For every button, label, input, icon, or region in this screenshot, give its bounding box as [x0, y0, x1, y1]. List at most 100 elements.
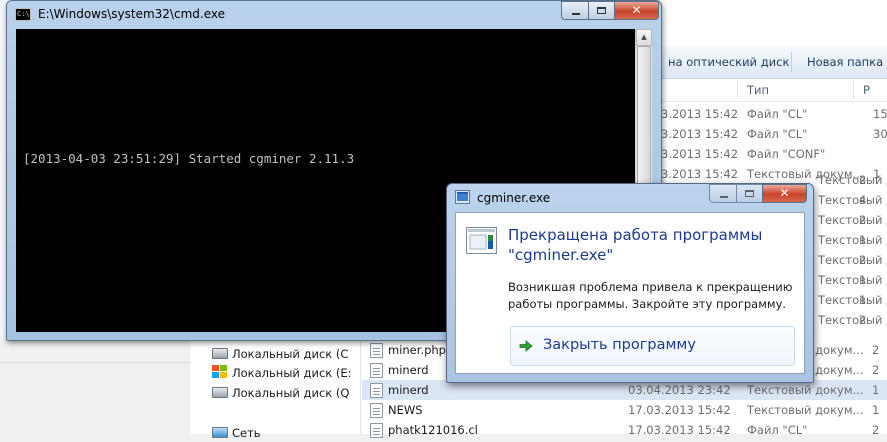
windows-drive-icon	[212, 365, 228, 380]
file-size: 2	[872, 343, 880, 357]
text-file-icon	[370, 363, 383, 378]
file-type: Текстовый докум...	[818, 233, 887, 247]
column-size-header[interactable]: Р	[863, 83, 870, 97]
minimize-icon	[720, 196, 728, 198]
drive-icon	[212, 348, 228, 359]
file-type: Файл "CL"	[747, 423, 808, 437]
file-row[interactable]: Текстовый докум...2	[814, 250, 887, 270]
file-size: 2	[859, 253, 867, 267]
nav-item-label: Сеть	[232, 426, 261, 440]
file-name: minerd	[388, 383, 429, 397]
close-icon: ✕	[631, 3, 642, 17]
file-date: 3.2013 15:42	[661, 127, 739, 141]
dialog-message: Возникшая проблема привела к прекращению…	[508, 280, 793, 311]
maximize-button	[736, 184, 762, 203]
column-separator	[737, 81, 738, 99]
close-button[interactable]: ✕	[762, 184, 807, 203]
panel-divider	[0, 362, 190, 363]
burn-disc-button[interactable]: на оптический диск	[668, 55, 789, 69]
explorer-toolbar: на оптический диск Новая папка	[655, 46, 887, 79]
file-row[interactable]: Текстовый докум...2	[814, 310, 887, 330]
file-type: Текстовый докум...	[818, 213, 887, 227]
file-type: Текстовый докум...	[818, 313, 887, 327]
cmd-window-title: E:\Windows\system32\cmd.exe	[38, 7, 225, 21]
file-row[interactable]: Текстовый докум...1	[814, 290, 887, 310]
file-size: 4	[859, 193, 867, 207]
minimize-button[interactable]	[561, 1, 588, 20]
close-program-label: Закрыть программу	[543, 337, 696, 353]
file-row[interactable]: Текстовый докум...2	[814, 170, 887, 190]
file-size: 1	[859, 293, 867, 307]
nav-item-label: Локальный диск (E:	[232, 366, 352, 380]
file-date: 17.03.2013 15:42	[628, 423, 731, 437]
app-icon	[455, 190, 470, 204]
column-type-header[interactable]: Тип	[747, 83, 769, 97]
close-icon: ✕	[779, 186, 790, 200]
file-size: 2	[872, 423, 880, 437]
column-separator	[853, 81, 854, 99]
file-size: 1	[859, 233, 867, 247]
new-folder-button[interactable]: Новая папка	[807, 55, 883, 69]
file-date: 3.2013 15:42	[661, 107, 739, 121]
file-name: phatk121016.cl	[388, 423, 478, 437]
console-output-line: [2013-04-03 23:51:29] Started cgminer 2.…	[23, 151, 355, 166]
file-type: Файл "CL"	[747, 107, 808, 121]
file-row[interactable]: Текстовый докум...1	[814, 230, 887, 250]
dialog-caption-buttons: ✕	[709, 184, 807, 203]
nav-item-label: Локальный диск (Q	[232, 386, 350, 400]
file-row[interactable]: 3.2013 15:42 Файл "CONF"	[655, 144, 887, 164]
file-size: 2	[859, 313, 867, 327]
scroll-up-icon[interactable]: ▲	[636, 29, 652, 46]
lower-left-panel	[0, 340, 190, 434]
file-row[interactable]: Текстовый докум...4	[814, 190, 887, 210]
green-arrow-icon	[519, 340, 533, 352]
file-row[interactable]: minerd 03.04.2013 23:42 Текстовый докум...…	[362, 380, 887, 400]
close-button[interactable]: ✕	[614, 1, 659, 20]
error-dialog: cgminer.exe ✕ Прекращена работа программ…	[446, 183, 814, 383]
drive-icon	[212, 387, 228, 398]
maximize-icon	[597, 7, 606, 14]
maximize-icon	[745, 190, 754, 197]
file-size: 1	[872, 383, 880, 397]
file-size: 30	[873, 127, 887, 141]
file-type: Файл "CONF"	[747, 147, 826, 161]
dialog-title: cgminer.exe	[477, 191, 551, 205]
column-header: Тип Р	[655, 79, 887, 102]
dialog-body: Прекращена работа программы "cgminer.exe…	[455, 212, 805, 374]
file-row[interactable]: Текстовый докум...1	[814, 270, 887, 290]
text-file-icon	[370, 383, 383, 398]
text-file-icon	[370, 343, 383, 358]
minimize-icon	[572, 13, 580, 15]
file-type: Файл "CL"	[747, 127, 808, 141]
file-type: Текстовый докум...	[747, 403, 864, 417]
dialog-heading: Прекращена работа программы "cgminer.exe…	[508, 226, 763, 264]
app-window-icon	[466, 227, 497, 254]
close-program-button[interactable]: Закрыть программу	[510, 326, 795, 366]
file-row[interactable]: Текстовый докум...2	[814, 210, 887, 230]
file-date: 03.04.2013 23:42	[628, 383, 731, 397]
file-size: 2	[859, 173, 867, 187]
file-row[interactable]: NEWS 17.03.2013 15:42 Текстовый докум... 1	[362, 400, 887, 420]
file-size: 2	[859, 213, 867, 227]
file-name: NEWS	[388, 403, 423, 417]
file-type: Текстовый докум...	[818, 253, 887, 267]
file-name: miner.php	[388, 343, 446, 357]
minimize-button	[709, 184, 736, 203]
file-size: 15	[873, 107, 887, 121]
file-type: Текстовый докум...	[818, 173, 887, 187]
file-size: 1	[872, 403, 880, 417]
maximize-button[interactable]	[588, 1, 614, 20]
file-date: 3.2013 15:42	[661, 167, 739, 181]
console-app-icon: C:\	[15, 8, 31, 21]
file-type: Текстовый докум...	[747, 383, 864, 397]
file-row[interactable]: phatk121016.cl 17.03.2013 15:42 Файл "CL" 2	[362, 420, 887, 440]
text-file-icon	[370, 423, 383, 438]
toolbar-separator	[791, 52, 792, 72]
file-name: minerd	[388, 363, 429, 377]
file-date: 17.03.2013 15:42	[628, 403, 731, 417]
file-type: Текстовый докум...	[818, 193, 887, 207]
network-icon	[212, 427, 228, 438]
file-date: 3.2013 15:42	[661, 147, 739, 161]
file-row[interactable]: 3.2013 15:42 Файл "CL" 30	[655, 124, 887, 144]
file-row[interactable]: 3.2013 15:42 Файл "CL" 15	[655, 104, 887, 124]
